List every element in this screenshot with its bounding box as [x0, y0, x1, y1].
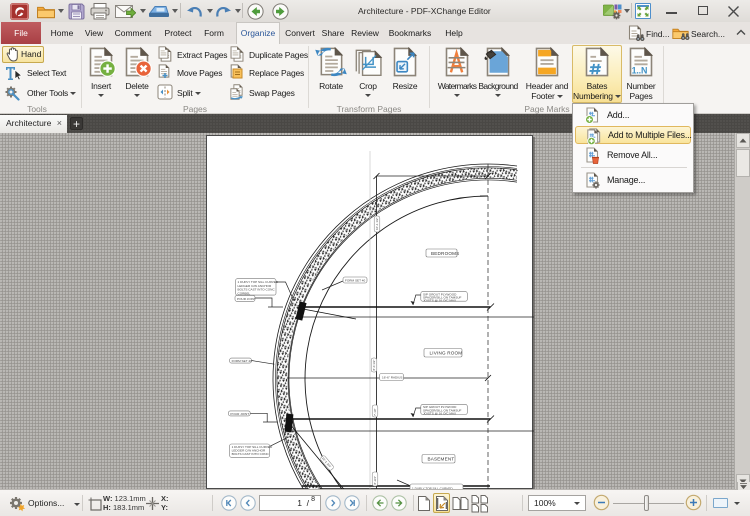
svg-text:16'-6" RADIUS: 16'-6" RADIUS	[382, 375, 402, 379]
svg-text:FORM SET 40: FORM SET 40	[345, 278, 366, 282]
svg-text:1..N: 1..N	[632, 66, 648, 76]
svg-text:8'-0 1/2": 8'-0 1/2"	[372, 360, 376, 371]
svg-text:BOLTS CAST INTO CONC: BOLTS CAST INTO CONC	[232, 452, 270, 456]
svg-text:FORM SET 40: FORM SET 40	[232, 359, 253, 363]
svg-text:8'-3/4": 8'-3/4"	[373, 476, 377, 484]
svg-text:BEDROOMS: BEDROOMS	[431, 251, 459, 256]
svg-text:10'-1 1/2": 10'-1 1/2"	[375, 217, 379, 230]
svg-text:LIVING ROOM: LIVING ROOM	[430, 351, 463, 356]
svg-text:POUR JOINT: POUR JOINT	[230, 412, 249, 416]
svg-text:JOISTS @ 16 O/C MAX: JOISTS @ 16 O/C MAX	[423, 299, 456, 303]
svg-text:JOISTS @ 16 O/C MAX: JOISTS @ 16 O/C MAX	[423, 411, 456, 415]
svg-text:7'-10": 7'-10"	[373, 408, 377, 416]
svg-text:POUR JOINT: POUR JOINT	[237, 297, 256, 301]
svg-text:CORBEL: CORBEL	[238, 291, 251, 295]
svg-text:BASEMENT: BASEMENT	[428, 457, 455, 462]
